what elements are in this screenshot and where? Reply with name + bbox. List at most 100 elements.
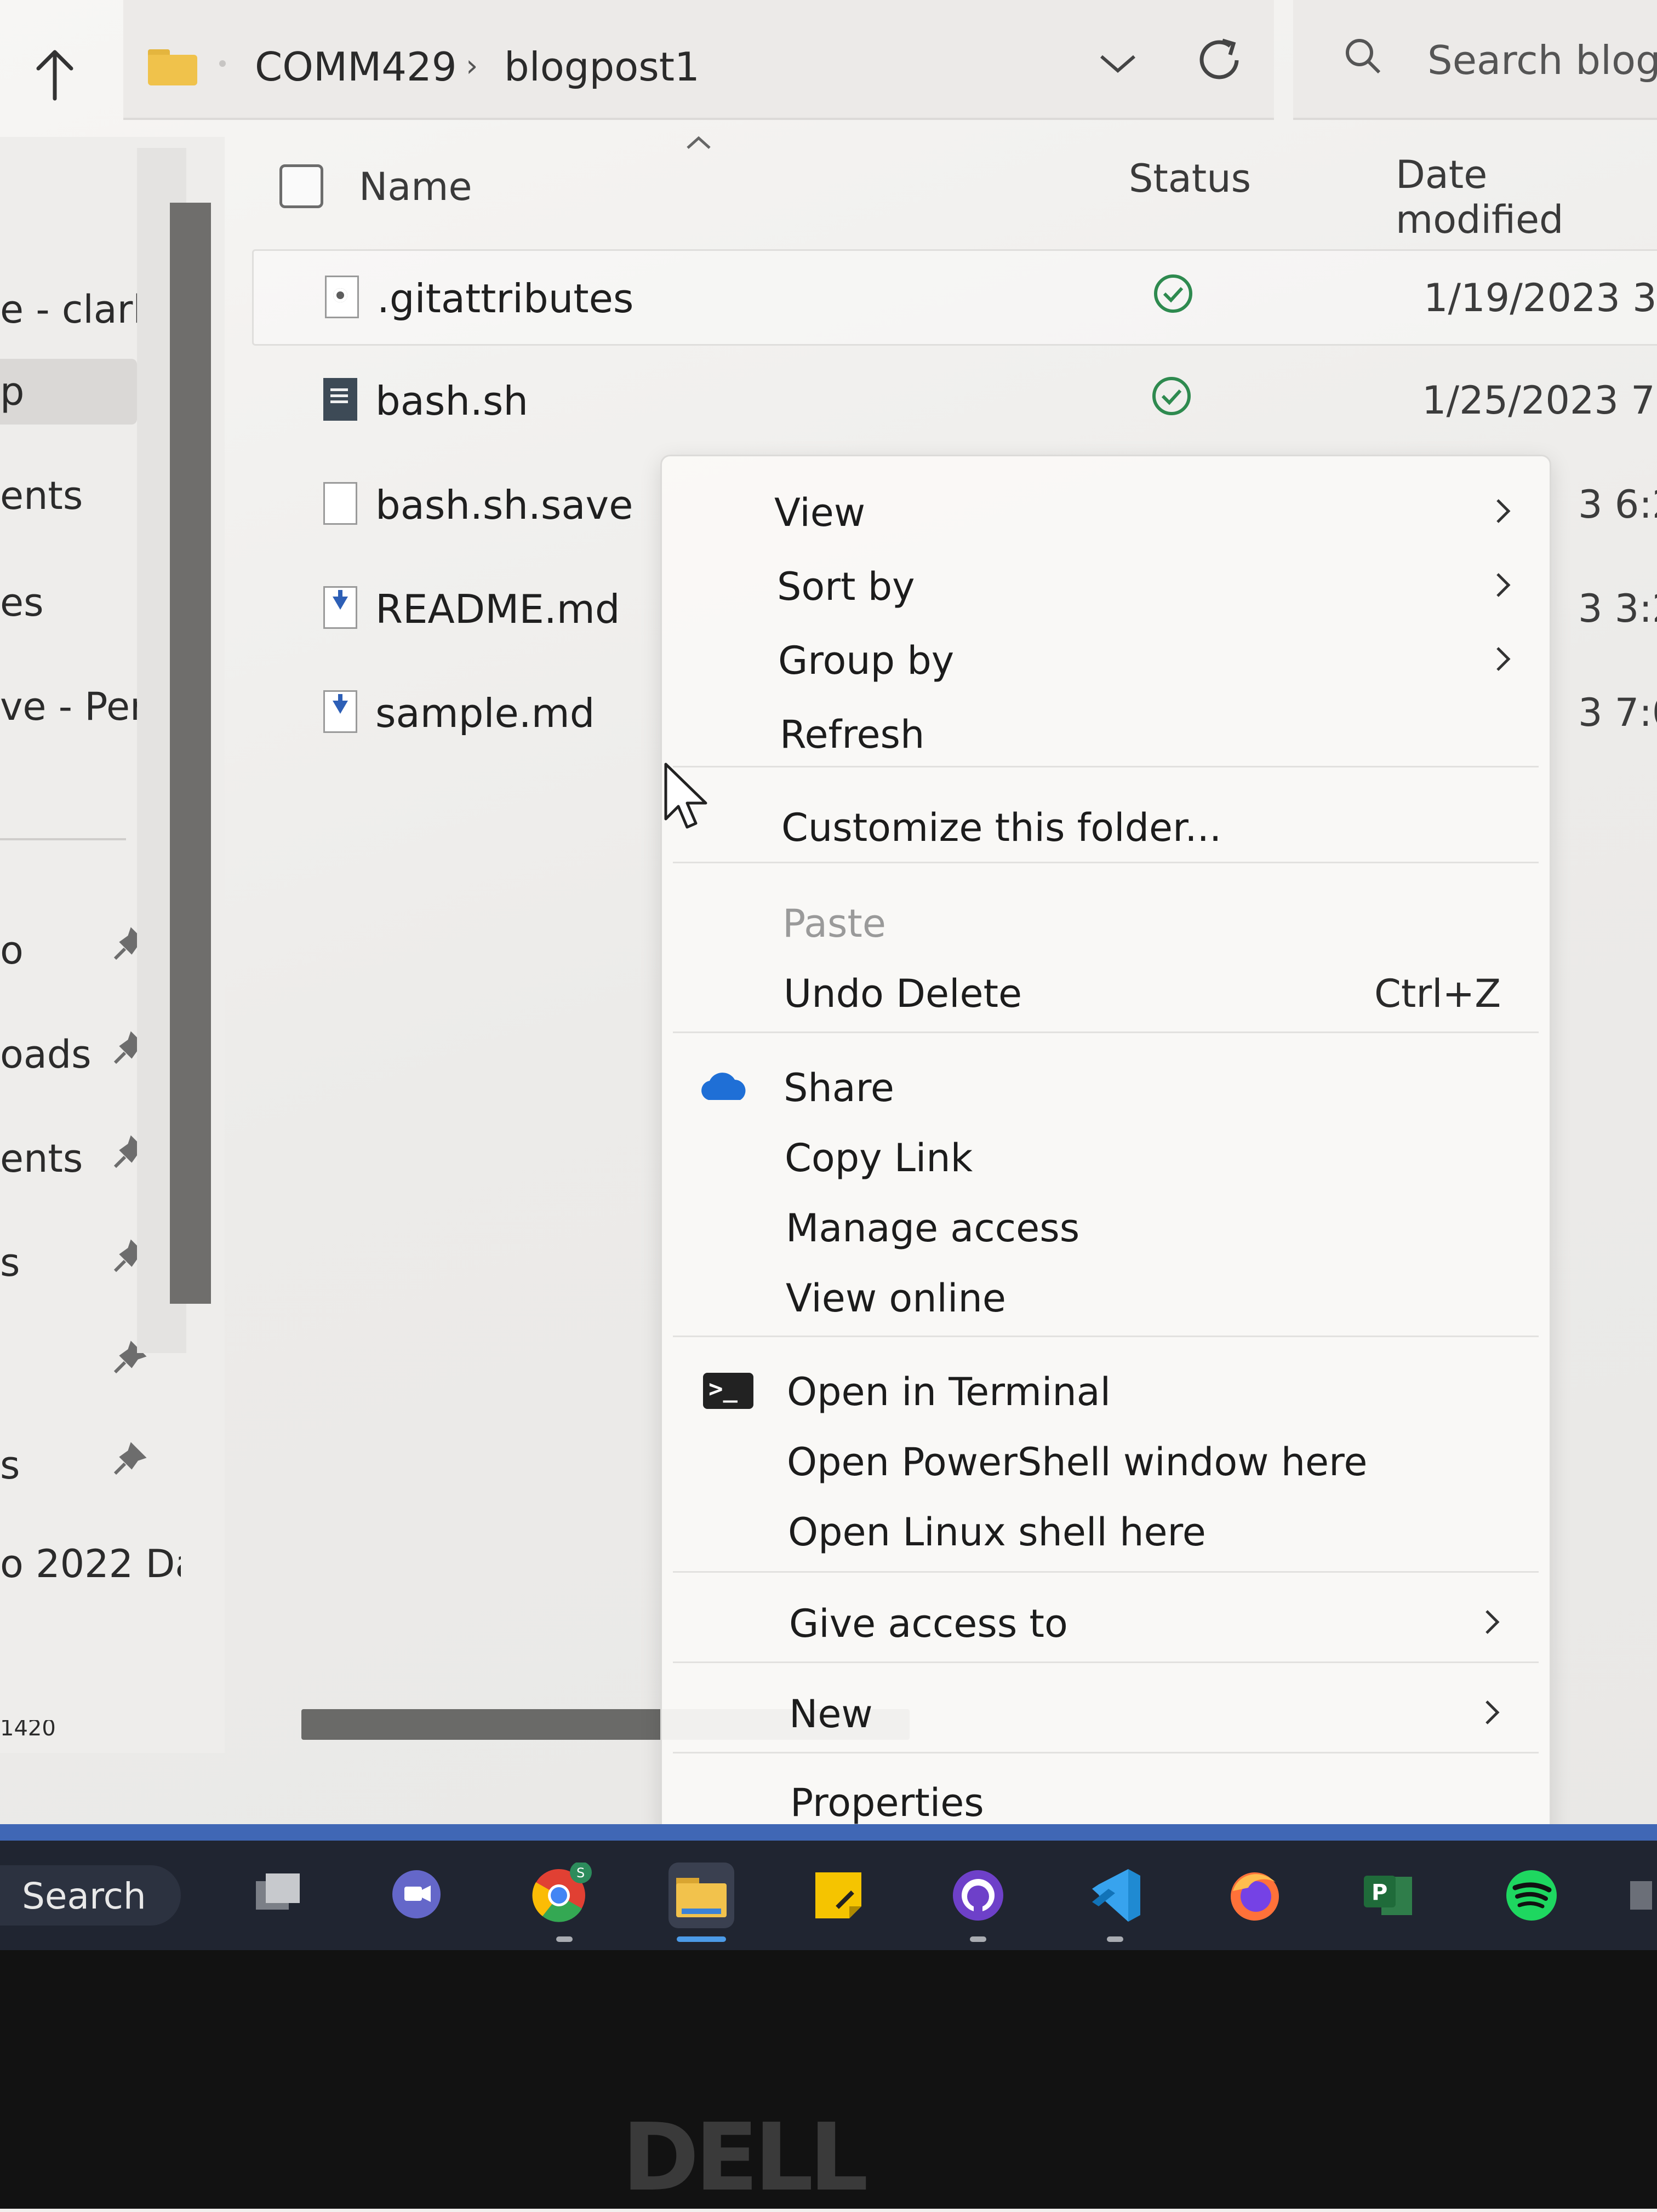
firefox-icon[interactable] xyxy=(1222,1863,1288,1928)
sort-ascending-icon xyxy=(687,136,711,149)
svg-text:S: S xyxy=(576,1865,585,1881)
search-icon xyxy=(1346,39,1381,74)
menu-label: Manage access xyxy=(786,1206,1080,1251)
nav-item-onedrive-clark[interactable]: e - clark: xyxy=(0,277,137,342)
menu-label: Open Linux shell here xyxy=(788,1510,1206,1555)
menu-separator xyxy=(673,862,1539,863)
menu-item-paste[interactable]: Paste xyxy=(662,889,1550,955)
refresh-icon xyxy=(1199,38,1239,79)
chevron-down-icon xyxy=(1100,55,1135,73)
gear-file-icon xyxy=(325,276,359,318)
file-date: 3 3:24 xyxy=(1578,586,1657,631)
menu-label: Undo Delete xyxy=(784,971,1022,1016)
sticky-notes-icon[interactable] xyxy=(805,1863,871,1928)
file-row[interactable]: bash.sh 1/25/2023 7:00 xyxy=(252,353,1657,446)
teams-chat-icon[interactable] xyxy=(384,1863,449,1928)
file-date: 3 6:27 xyxy=(1578,482,1657,527)
synced-check-icon xyxy=(1154,274,1192,313)
chevron-right-icon xyxy=(1485,1700,1500,1724)
refresh-button[interactable] xyxy=(1184,25,1255,96)
menu-item-share[interactable]: Share xyxy=(662,1053,1550,1119)
menu-item-open-powershell[interactable]: Open PowerShell window here xyxy=(662,1428,1550,1493)
menu-item-view-online[interactable]: View online xyxy=(662,1264,1550,1330)
nav-item-2022-data[interactable]: o 2022 Data xyxy=(0,1531,181,1597)
nav-item-pictures[interactable]: es xyxy=(0,570,137,635)
menu-label: Open PowerShell window here xyxy=(787,1440,1368,1485)
menu-label: New xyxy=(789,1692,873,1737)
menu-label: Copy Link xyxy=(785,1136,973,1181)
menu-item-new[interactable]: New xyxy=(662,1680,1550,1745)
project-icon[interactable]: P xyxy=(1356,1863,1422,1928)
menu-item-view[interactable]: View xyxy=(662,478,1550,544)
active-app-indicator xyxy=(677,1936,726,1942)
nav-divider xyxy=(0,838,126,840)
menu-label: View xyxy=(774,490,866,535)
taskbar-search[interactable]: Search xyxy=(0,1865,181,1926)
script-file-icon xyxy=(323,378,357,421)
menu-label: Paste xyxy=(782,901,886,946)
spotify-icon[interactable] xyxy=(1499,1863,1564,1928)
arrow-up-icon xyxy=(36,50,73,101)
up-button[interactable] xyxy=(22,33,88,115)
menu-label: Share xyxy=(784,1065,895,1110)
mouse-cursor-icon xyxy=(664,763,707,829)
chrome-icon[interactable]: S xyxy=(526,1861,592,1928)
github-desktop-icon[interactable] xyxy=(945,1863,1011,1928)
address-bar[interactable]: COMM429 › blogpost1 xyxy=(123,0,1274,120)
nav-item-desktop[interactable]: p xyxy=(0,359,137,425)
markdown-file-icon xyxy=(323,586,357,629)
select-all-checkbox[interactable] xyxy=(279,164,323,208)
window-bottom-edge xyxy=(0,1824,1657,1841)
file-name: README.md xyxy=(375,586,620,632)
markdown-file-icon xyxy=(323,690,357,733)
file-explorer-icon[interactable] xyxy=(668,1863,734,1928)
overflow-app-icon[interactable] xyxy=(1619,1863,1652,1928)
menu-item-open-linux-shell[interactable]: Open Linux shell here xyxy=(662,1498,1550,1563)
breadcrumb-blogpost1[interactable]: blogpost1 xyxy=(504,44,700,90)
column-header-date-modified[interactable]: Date modified xyxy=(1396,152,1657,242)
running-indicator xyxy=(556,1936,573,1942)
file-date: 3 7:00 xyxy=(1578,690,1657,735)
nav-scrollbar-thumb[interactable] xyxy=(170,203,211,1304)
menu-item-group-by[interactable]: Group by xyxy=(662,626,1550,692)
task-view-icon[interactable] xyxy=(244,1863,310,1928)
menu-label: Properties xyxy=(790,1780,984,1825)
menu-item-copy-link[interactable]: Copy Link xyxy=(662,1124,1550,1189)
file-date: 1/25/2023 7:00 xyxy=(1422,378,1657,423)
file-name: .gitattributes xyxy=(377,276,634,322)
nav-item-documents[interactable]: ents xyxy=(0,463,137,529)
vs-code-icon[interactable] xyxy=(1082,1863,1148,1928)
menu-item-customize-folder[interactable]: Customize this folder... xyxy=(662,793,1550,859)
menu-item-manage-access[interactable]: Manage access xyxy=(662,1194,1550,1259)
menu-separator xyxy=(673,1752,1539,1753)
dell-logo: DELL xyxy=(622,2104,869,2212)
menu-item-open-in-terminal[interactable]: >_ Open in Terminal xyxy=(662,1357,1550,1423)
pin-icon xyxy=(110,1441,148,1479)
taskbar: Search S P xyxy=(0,1841,1657,1950)
menu-item-refresh[interactable]: Refresh xyxy=(662,700,1550,766)
chevron-right-icon xyxy=(1496,499,1511,523)
breadcrumb-overflow[interactable] xyxy=(219,60,226,67)
search-box[interactable]: Search blogp xyxy=(1293,0,1657,120)
folder-icon xyxy=(148,49,197,85)
menu-item-undo-delete[interactable]: Undo Delete Ctrl+Z xyxy=(662,959,1550,1025)
nav-item-comm420[interactable]: 1420 xyxy=(0,1720,137,1737)
running-indicator xyxy=(970,1936,986,1942)
file-explorer-window: COMM429 › blogpost1 Search blogp e - cla… xyxy=(0,0,1657,1901)
menu-label: Refresh xyxy=(780,712,925,757)
menu-item-sort-by[interactable]: Sort by xyxy=(662,552,1550,618)
address-history-button[interactable] xyxy=(1088,30,1148,96)
breadcrumb-comm429[interactable]: COMM429 xyxy=(255,44,457,90)
menu-shortcut: Ctrl+Z xyxy=(1374,971,1501,1016)
file-row[interactable]: .gitattributes 1/19/2023 3:24 xyxy=(252,249,1657,346)
search-placeholder[interactable]: Search blogp xyxy=(1427,37,1657,83)
nav-item-onedrive-personal[interactable]: ve - Persc xyxy=(0,674,137,740)
menu-item-give-access-to[interactable]: Give access to xyxy=(662,1589,1550,1655)
column-header-status[interactable]: Status xyxy=(1129,156,1251,201)
chevron-right-icon[interactable]: › xyxy=(466,48,478,84)
menu-separator xyxy=(673,1336,1539,1337)
file-name: bash.sh.save xyxy=(375,482,633,528)
terminal-icon: >_ xyxy=(703,1373,753,1409)
column-header-name[interactable]: Name xyxy=(359,164,472,209)
chevron-right-icon xyxy=(1485,1610,1500,1634)
